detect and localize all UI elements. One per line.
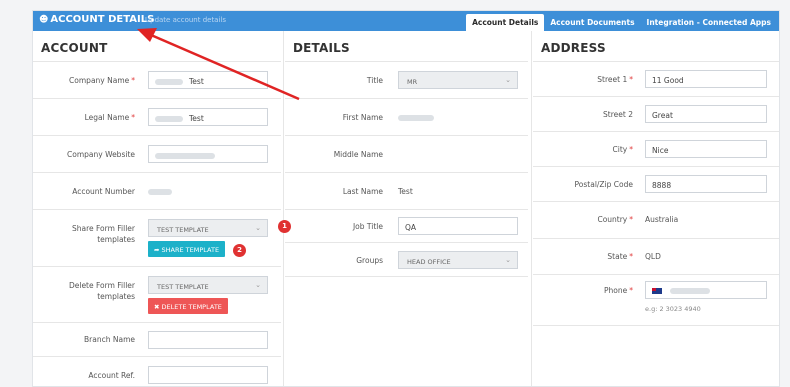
first-name-label: First Name [342, 113, 383, 122]
website-label: Company Website [67, 150, 135, 159]
middle-name-row: Middle Name [285, 135, 528, 172]
street2-row: Street 2 Great [533, 96, 779, 131]
job-title-input[interactable]: QA [398, 217, 518, 235]
tab-bar: Account Details Account Documents Integr… [466, 12, 777, 31]
delete-template-label: Delete Form Filler templates [68, 281, 135, 301]
title-row: Title MR ⌄ [285, 61, 528, 98]
page-subtitle: Update account details [145, 16, 227, 24]
middle-name-label: Middle Name [333, 150, 383, 159]
account-ref-label: Account Ref. [88, 371, 135, 380]
share-template-select[interactable]: TEST TEMPLATE ⌄ [148, 219, 268, 237]
state-value: QLD [645, 252, 661, 261]
tab-integration-connected-apps[interactable]: Integration - Connected Apps [641, 14, 777, 31]
postal-row: Postal/Zip Code 8888 [533, 166, 779, 201]
groups-row: Groups HEAD OFFICE ⌄ [285, 242, 528, 277]
job-title-row: Job Title QA [285, 209, 528, 242]
account-number-value [148, 187, 172, 196]
account-heading: ACCOUNT [41, 41, 108, 55]
account-number-row: Account Number [33, 172, 281, 209]
phone-hint: e.g: 2 3023 4940 [645, 305, 701, 313]
chevron-down-icon: ⌄ [505, 256, 511, 264]
street2-input[interactable]: Great [645, 105, 767, 123]
last-name-label: Last Name [342, 187, 383, 196]
account-number-label: Account Number [72, 187, 135, 196]
postal-label: Postal/Zip Code [574, 180, 633, 189]
address-column: ADDRESS Street 1 * 11 Good Street 2 Great… [533, 31, 779, 326]
city-row: City * Nice [533, 131, 779, 166]
job-title-label: Job Title [352, 222, 383, 231]
street1-input[interactable]: 11 Good [645, 70, 767, 88]
first-name-value [398, 113, 434, 122]
state-label: State * [607, 252, 633, 261]
website-row: Company Website [33, 135, 281, 172]
phone-input[interactable] [645, 281, 767, 299]
title-label: Title [366, 76, 383, 85]
state-row: State * QLD [533, 238, 779, 274]
delete-template-button[interactable]: ✖ DELETE TEMPLATE [148, 298, 228, 314]
details-heading: DETAILS [293, 41, 350, 55]
chevron-down-icon: ⌄ [505, 76, 511, 84]
share-template-button[interactable]: ➦ SHARE TEMPLATE [148, 241, 226, 257]
phone-label: Phone * [604, 286, 633, 295]
first-name-row: First Name [285, 98, 528, 135]
share-template-label: Share Form Filler templates [71, 224, 135, 244]
groups-select[interactable]: HEAD OFFICE ⌄ [398, 251, 518, 269]
redacted-blur [155, 153, 215, 159]
delete-template-row: Delete Form Filler templates TEST TEMPLAT… [33, 266, 281, 322]
panel-header: ☻ ACCOUNT DETAILS Update account details … [33, 11, 779, 31]
title-select[interactable]: MR ⌄ [398, 71, 518, 89]
tab-account-documents[interactable]: Account Documents [544, 14, 640, 31]
annotation-badge-1: 1 [278, 220, 291, 233]
country-row: Country * Australia [533, 201, 779, 238]
australia-flag-icon[interactable] [652, 288, 662, 294]
column-divider [283, 31, 284, 386]
last-name-row: Last Name Test [285, 172, 528, 209]
street2-label: Street 2 [603, 110, 633, 119]
chevron-down-icon: ⌄ [255, 281, 261, 289]
legal-name-row: Legal Name * Test [33, 98, 281, 135]
company-name-input[interactable]: Test [148, 71, 268, 89]
postal-input[interactable]: 8888 [645, 175, 767, 193]
annotation-badge-2: 2 [233, 244, 246, 257]
branch-name-label: Branch Name [84, 335, 135, 344]
redacted-blur [670, 288, 711, 294]
tab-account-details[interactable]: Account Details [466, 14, 545, 31]
branch-name-input[interactable] [148, 331, 268, 349]
account-ref-row: Account Ref. [33, 356, 281, 386]
redacted-blur [155, 79, 183, 85]
last-name-value: Test [398, 187, 413, 196]
street1-label: Street 1 * [597, 75, 633, 84]
street1-row: Street 1 * 11 Good [533, 61, 779, 96]
company-name-row: Company Name * Test [33, 61, 281, 98]
account-details-panel: ☻ ACCOUNT DETAILS Update account details … [32, 10, 780, 387]
account-ref-input[interactable] [148, 366, 268, 384]
account-column: ACCOUNT Company Name * Test Legal Name * T… [33, 31, 281, 386]
page-title: ☻ ACCOUNT DETAILS [39, 14, 154, 25]
users-icon: ☻ [39, 15, 49, 25]
legal-name-label: Legal Name * [84, 113, 135, 122]
legal-name-input[interactable]: Test [148, 108, 268, 126]
delete-template-select[interactable]: TEST TEMPLATE ⌄ [148, 276, 268, 294]
company-name-label: Company Name * [69, 76, 135, 85]
country-label: Country * [597, 215, 633, 224]
share-icon: ➦ [154, 246, 162, 254]
share-template-row: Share Form Filler templates TEST TEMPLATE… [33, 209, 281, 266]
phone-row: Phone * e.g: 2 3023 4940 [533, 274, 779, 326]
column-divider [531, 31, 532, 386]
times-icon: ✖ [154, 303, 162, 311]
city-input[interactable]: Nice [645, 140, 767, 158]
country-value: Australia [645, 215, 679, 224]
redacted-blur [155, 116, 183, 122]
website-input[interactable] [148, 145, 268, 163]
details-column: DETAILS Title MR ⌄ First Name Middle Name… [285, 31, 528, 277]
page-title-text: ACCOUNT DETAILS [50, 14, 155, 25]
chevron-down-icon: ⌄ [255, 224, 261, 232]
groups-label: Groups [356, 256, 383, 265]
address-heading: ADDRESS [541, 41, 606, 55]
branch-name-row: Branch Name [33, 322, 281, 356]
city-label: City * [612, 145, 633, 154]
